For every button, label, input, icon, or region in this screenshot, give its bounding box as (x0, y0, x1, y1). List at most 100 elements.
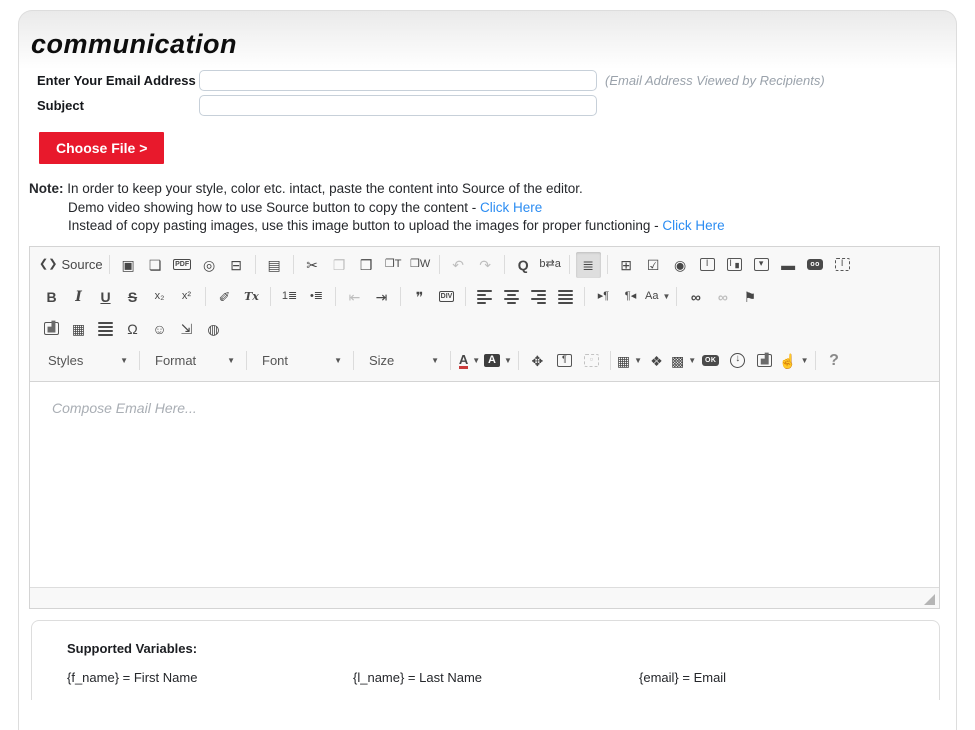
cut-button[interactable]: ✂ (300, 252, 325, 278)
select-field-button[interactable]: ▾ (749, 252, 774, 278)
copy-formatting-button[interactable]: ✐ (212, 284, 237, 310)
horizontal-rule-button[interactable] (93, 316, 118, 342)
align-left-icon (477, 290, 492, 304)
styles-combo-label: Styles (48, 353, 83, 368)
page-break-icon: ⇲ (181, 322, 193, 336)
align-justify-icon (558, 290, 573, 304)
email-hint: (Email Address Viewed by Recipients) (605, 73, 825, 88)
iframe-button[interactable]: ◍ (201, 316, 226, 342)
chevron-down-icon: ▼ (227, 356, 235, 365)
image-browser-button[interactable]: ▟ (752, 348, 777, 374)
maximize-button[interactable]: ✥ (525, 348, 550, 374)
editor-content-area[interactable]: Compose Email Here... (30, 382, 939, 587)
print-button[interactable]: ⊟ (224, 252, 249, 278)
select-all-icon: ≣ (582, 258, 594, 272)
image-upload-link[interactable]: Click Here (662, 218, 724, 233)
export-pdf-button[interactable]: PDF (170, 252, 195, 278)
grid-menu-button[interactable]: ▩▼ (671, 348, 696, 374)
paste-button[interactable]: ❒ (354, 252, 379, 278)
table-button[interactable]: ▦ (66, 316, 91, 342)
special-character-icon: Ω (127, 322, 137, 336)
image-button-button[interactable]: oo (803, 252, 828, 278)
save-icon: ▣ (122, 258, 135, 272)
subscript-button[interactable]: x₂ (147, 284, 172, 310)
special-character-button[interactable]: Ω (120, 316, 145, 342)
choose-file-button[interactable]: Choose File > (39, 132, 164, 164)
button-button[interactable]: ▬ (776, 252, 801, 278)
chevron-down-icon: ▼ (504, 356, 512, 365)
form-button[interactable]: ⊞ (614, 252, 639, 278)
strikethrough-button[interactable]: S (120, 284, 145, 310)
templates-button[interactable]: ▤ (262, 252, 287, 278)
background-color-button[interactable]: A▼ (484, 348, 512, 374)
about-button[interactable]: ? (822, 348, 847, 374)
font-combo[interactable]: Font▼ (254, 348, 346, 373)
underline-button[interactable]: U (93, 284, 118, 310)
direction-rtl-icon: ¶◂ (625, 291, 636, 302)
page-break-button[interactable]: ⇲ (174, 316, 199, 342)
resize-handle-icon[interactable] (924, 594, 935, 605)
toolbar-separator (139, 351, 140, 370)
redo-icon: ↷ (479, 258, 491, 272)
copy-icon: ❐ (333, 258, 346, 272)
redo-button: ↷ (473, 252, 498, 278)
bold-button[interactable]: B (39, 284, 64, 310)
preview-button[interactable]: ◎ (197, 252, 222, 278)
numbered-list-button[interactable]: 1≣ (277, 284, 302, 310)
toolbar-separator (504, 255, 505, 274)
replace-button[interactable]: b⇄a (538, 252, 563, 278)
div-container-button[interactable]: DIV (434, 284, 459, 310)
save-button[interactable]: ▣ (116, 252, 141, 278)
email-input[interactable] (199, 70, 597, 91)
align-center-button[interactable] (499, 284, 524, 310)
hand-tool-button[interactable]: ☝▼ (779, 348, 808, 374)
select-all-button[interactable]: ≣ (576, 252, 601, 278)
paste-text-button[interactable]: ❒T (381, 252, 406, 278)
radio-button-button[interactable]: ◉ (668, 252, 693, 278)
text-field-button[interactable]: I (695, 252, 720, 278)
copy-formatting-icon: ✐ (219, 290, 231, 304)
align-left-button[interactable] (472, 284, 497, 310)
anchor-button[interactable]: ⚑ (737, 284, 762, 310)
blockquote-button[interactable]: ❞ (407, 284, 432, 310)
demo-video-link[interactable]: Click Here (480, 200, 542, 215)
find-button[interactable]: Q (511, 252, 536, 278)
table-tools-button[interactable]: ▦▼ (617, 348, 642, 374)
checkbox-button[interactable]: ☑ (641, 252, 666, 278)
table-icon: ▦ (72, 322, 85, 336)
toolbar-separator (439, 255, 440, 274)
new-page-button[interactable]: ❏ (143, 252, 168, 278)
subject-input[interactable] (199, 95, 597, 116)
download-button[interactable]: ↓ (725, 348, 750, 374)
direction-rtl-button[interactable]: ¶◂ (618, 284, 643, 310)
direction-ltr-button[interactable]: ▸¶ (591, 284, 616, 310)
source-button[interactable]: ❮❯Source (39, 252, 103, 278)
styles-combo[interactable]: Styles▼ (40, 348, 132, 373)
textarea-button[interactable]: I▗ (722, 252, 747, 278)
bulleted-list-button[interactable]: •≣ (304, 284, 329, 310)
direction-ltr-icon: ▸¶ (598, 291, 609, 302)
remove-format-button[interactable]: Tx (239, 284, 264, 310)
show-blocks-button[interactable]: ¶ (552, 348, 577, 374)
div-container-icon: DIV (439, 291, 455, 302)
language-button[interactable]: Aa▼ (645, 284, 670, 310)
indent-button[interactable]: ⇥ (369, 284, 394, 310)
checkbox-icon: ☑ (647, 258, 660, 272)
superscript-button[interactable]: x² (174, 284, 199, 310)
text-color-button[interactable]: A▼ (457, 348, 482, 374)
format-combo[interactable]: Format▼ (147, 348, 239, 373)
toolbar-separator (270, 287, 271, 306)
italic-button[interactable]: I (66, 284, 91, 310)
toolbar-separator (676, 287, 677, 306)
email-row: Enter Your Email Address (Email Address … (37, 70, 956, 91)
smiley-button[interactable]: ☺ (147, 316, 172, 342)
link-button[interactable]: ∞ (683, 284, 708, 310)
size-combo[interactable]: Size▼ (361, 348, 443, 373)
stamp-button[interactable]: ❖ (644, 348, 669, 374)
ok-badge-button[interactable]: OK (698, 348, 723, 374)
align-justify-button[interactable] (553, 284, 578, 310)
image-button[interactable]: ▟ (39, 316, 64, 342)
align-right-button[interactable] (526, 284, 551, 310)
paste-word-button[interactable]: ❒W (408, 252, 433, 278)
hidden-field-button[interactable]: I (830, 252, 855, 278)
